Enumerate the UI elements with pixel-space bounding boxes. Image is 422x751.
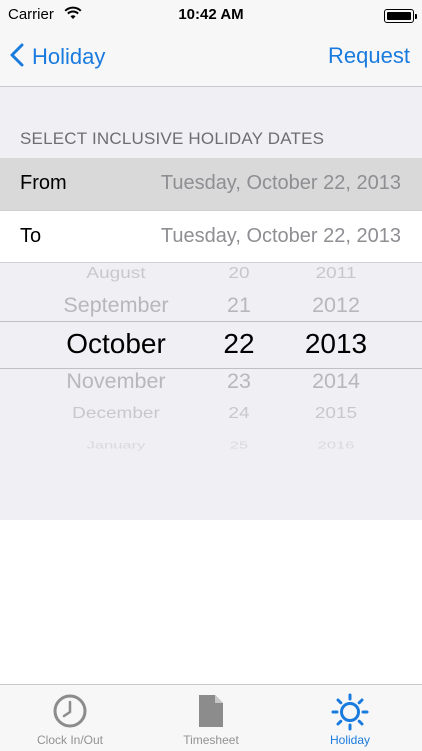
picker-day: 22 <box>223 328 255 360</box>
picker-day: 21 <box>227 293 251 318</box>
picker-year: 2013 <box>304 328 368 360</box>
from-label: From <box>20 172 67 194</box>
clock-icon <box>52 693 88 734</box>
date-picker[interactable]: July192010August202011September212012Oct… <box>0 261 422 459</box>
picker-day: 20 <box>228 264 250 282</box>
picker-row[interactable]: September 21 2012 <box>0 293 422 319</box>
tab-label-holiday: Holiday <box>329 733 371 747</box>
tab-label-timesheet: Timesheet <box>183 733 239 747</box>
tab-clock-in-out[interactable]: Clock In/Out <box>0 685 140 751</box>
tab-timesheet[interactable]: Timesheet <box>141 685 281 751</box>
picker-day: 24 <box>228 404 250 422</box>
picker-year: 2012 <box>312 293 360 318</box>
picker-day: 23 <box>227 369 251 394</box>
to-date-row[interactable]: To Tuesday, October 22, 2013 <box>0 210 422 263</box>
picker-row-selected[interactable]: October 22 2013 <box>0 327 422 361</box>
status-bar: Carrier 10:42 AM <box>0 0 422 30</box>
to-label: To <box>20 225 42 247</box>
picker-year: 2011 <box>315 264 357 282</box>
status-time: 10:42 AM <box>178 6 244 23</box>
chevron-left-icon <box>10 43 24 72</box>
sun-icon <box>331 693 369 736</box>
request-button[interactable]: Request <box>328 43 410 69</box>
picker-row[interactable]: December 24 2015 <box>0 405 422 424</box>
navigation-bar: Holiday Request <box>0 30 422 87</box>
back-button[interactable]: Holiday <box>10 42 105 72</box>
picker-row[interactable]: January 25 2016 <box>0 440 422 453</box>
back-label: Holiday <box>32 44 106 69</box>
picker-year: 2014 <box>312 369 360 394</box>
holiday-form: SELECT INCLUSIVE HOLIDAY DATES From Tues… <box>0 87 422 520</box>
battery-icon <box>384 9 417 23</box>
picker-row[interactable]: November 23 2014 <box>0 369 422 395</box>
document-icon <box>196 693 226 734</box>
from-date-value: Tuesday, October 22, 2013 <box>160 172 401 194</box>
picker-day: 25 <box>229 439 249 452</box>
picker-year: 2015 <box>314 404 358 422</box>
section-header: SELECT INCLUSIVE HOLIDAY DATES <box>20 129 325 148</box>
picker-year: 2016 <box>317 439 355 452</box>
tab-holiday[interactable]: Holiday <box>280 685 420 751</box>
tab-bar: Clock In/Out Timesheet Holiday <box>0 684 422 751</box>
from-date-row[interactable]: From Tuesday, October 22, 2013 <box>0 158 422 210</box>
to-date-value: Tuesday, October 22, 2013 <box>160 225 401 247</box>
tab-label-clock-in-out: Clock In/Out <box>36 733 104 747</box>
picker-row[interactable]: August 20 2011 <box>0 265 422 284</box>
